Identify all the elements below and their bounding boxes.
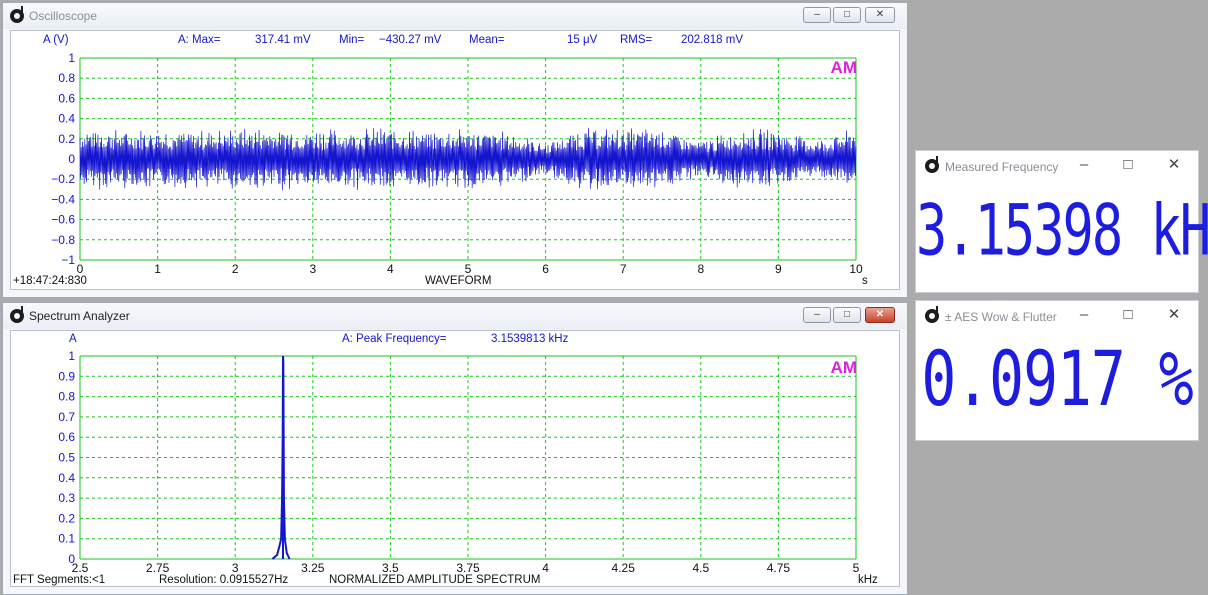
chart-title: NORMALIZED AMPLITUDE SPECTRUM [329,574,541,586]
close-button[interactable]: ✕ [1164,307,1184,322]
minimize-button[interactable]: – [803,7,831,23]
y-tick-label: 1 [68,51,75,65]
peak-frequency-label: A: Peak Frequency= [342,333,447,345]
y-tick-label: 1 [68,349,75,363]
app-icon[interactable] [925,306,939,323]
close-button[interactable]: ✕ [865,307,895,323]
maximize-button[interactable]: □ [833,7,861,23]
y-tick-label: 0.9 [58,369,75,383]
maximize-button[interactable]: □ [833,307,861,323]
x-tick-label: 2.75 [146,561,170,575]
y-tick-label: −0.2 [51,172,75,186]
x-tick-label: 7 [620,262,627,276]
oscilloscope-titlebar[interactable]: Oscilloscope – □ ✕ [3,3,907,29]
rms-label: RMS= [620,34,653,46]
mean-label: Mean= [469,34,505,46]
x-unit-label: kHz [858,574,878,586]
chart-title: WAVEFORM [425,275,491,287]
waveform-chart: A (V) A: Max= 317.41 mV Min= −430.27 mV … [13,34,868,287]
am-badge: AM [831,58,857,77]
y-tick-label: 0.8 [58,71,75,85]
app-icon[interactable] [10,6,24,23]
channel-label: A (V) [43,34,69,46]
window-title: Measured Frequency [945,160,1059,174]
y-tick-label: 0.2 [58,511,75,525]
y-tick-label: −0.4 [51,192,75,206]
mean-value: 15 μV [567,34,598,46]
minimize-button[interactable]: – [1074,157,1094,172]
frequency-meter-window: Measured Frequency – □ ✕ 3.15398 kHz [915,150,1208,293]
rms-value: 202.818 mV [681,34,743,46]
y-tick-label: −1 [61,253,75,267]
y-tick-label: 0.1 [58,532,75,546]
y-tick-label: 0.5 [58,451,75,465]
window-title: ± AES Wow & Flutter [945,310,1057,324]
window-title: Spectrum Analyzer [29,309,130,323]
x-tick-label: 4.75 [767,561,791,575]
minimize-button[interactable]: – [1074,307,1094,322]
spectrum-titlebar[interactable]: Spectrum Analyzer – □ ✕ [3,303,907,329]
spectrum-window: Spectrum Analyzer – □ ✕ A A: Peak Freque… [2,302,908,595]
x-tick-label: 4 [387,262,394,276]
x-tick-label: 3.25 [301,561,325,575]
y-tick-label: −0.8 [51,233,75,247]
x-tick-label: 6 [542,262,549,276]
y-tick-label: 0 [68,152,75,166]
min-value: −430.27 mV [379,34,442,46]
x-tick-label: 2 [232,262,239,276]
window-title: Oscilloscope [29,9,98,23]
resolution-text: Resolution: 0.0915527Hz [159,574,288,586]
x-tick-label: 0 [77,262,84,276]
y-tick-label: 0.7 [58,410,75,424]
spectrum-chart: A A: Peak Frequency= 3.1539813 kHz 2.5 2.… [13,333,878,586]
y-tick-label: 0.3 [58,491,75,505]
x-tick-label: 4.5 [692,561,709,575]
close-button[interactable]: ✕ [865,7,895,23]
max-value: 317.41 mV [255,34,311,46]
x-tick-label: 5 [465,262,472,276]
am-badge: AM [831,358,857,377]
spectrum-plot-area[interactable]: A A: Peak Frequency= 3.1539813 kHz 2.5 2.… [10,330,900,587]
x-tick-label: 8 [697,262,704,276]
x-tick-label: 1 [154,262,161,276]
wow-flutter-meter-window: ± AES Wow & Flutter – □ ✕ 0.0917 % [915,300,1199,441]
y-tick-label: 0.6 [58,91,75,105]
close-button[interactable]: ✕ [1164,157,1184,172]
x-tick-label: 10 [849,262,863,276]
x-tick-label: 3 [232,561,239,575]
x-tick-label: 3.5 [382,561,399,575]
timestamp: +18:47:24:830 [13,275,87,287]
max-label: A: Max= [178,34,221,46]
wow-flutter-titlebar[interactable]: ± AES Wow & Flutter – □ ✕ [916,301,1198,327]
maximize-button[interactable]: □ [1118,157,1138,172]
x-tick-label: 5 [853,561,860,575]
minimize-button[interactable]: – [803,307,831,323]
y-tick-label: 0 [68,552,75,566]
x-tick-label: 4 [542,561,549,575]
y-tick-label: 0.8 [58,390,75,404]
x-tick-label: 4.25 [612,561,636,575]
app-icon[interactable] [10,306,24,323]
maximize-button[interactable]: □ [1118,307,1138,322]
wow-flutter-readout: 0.0917 % [921,335,1193,424]
x-unit-label: s [862,275,868,287]
oscilloscope-plot-area[interactable]: A (V) A: Max= 317.41 mV Min= −430.27 mV … [10,30,900,290]
y-tick-label: −0.6 [51,213,75,227]
frequency-meter-titlebar[interactable]: Measured Frequency – □ ✕ [916,151,1198,177]
y-tick-label: 0.2 [58,132,75,146]
oscilloscope-window: Oscilloscope – □ ✕ A (V) A: Max= 317.41 … [2,2,908,298]
min-label: Min= [339,34,365,46]
frequency-readout: 3.15398 kHz [916,191,1208,272]
peak-frequency-value: 3.1539813 kHz [491,333,569,345]
channel-label: A [69,333,77,345]
y-tick-label: 0.6 [58,430,75,444]
fft-segments: FFT Segments:<1 [13,574,105,586]
y-tick-label: 0.4 [58,471,75,485]
x-tick-label: 3.75 [456,561,480,575]
x-tick-label: 9 [775,262,782,276]
x-tick-label: 3 [309,262,316,276]
y-tick-label: 0.4 [58,112,75,126]
app-icon[interactable] [925,156,939,173]
